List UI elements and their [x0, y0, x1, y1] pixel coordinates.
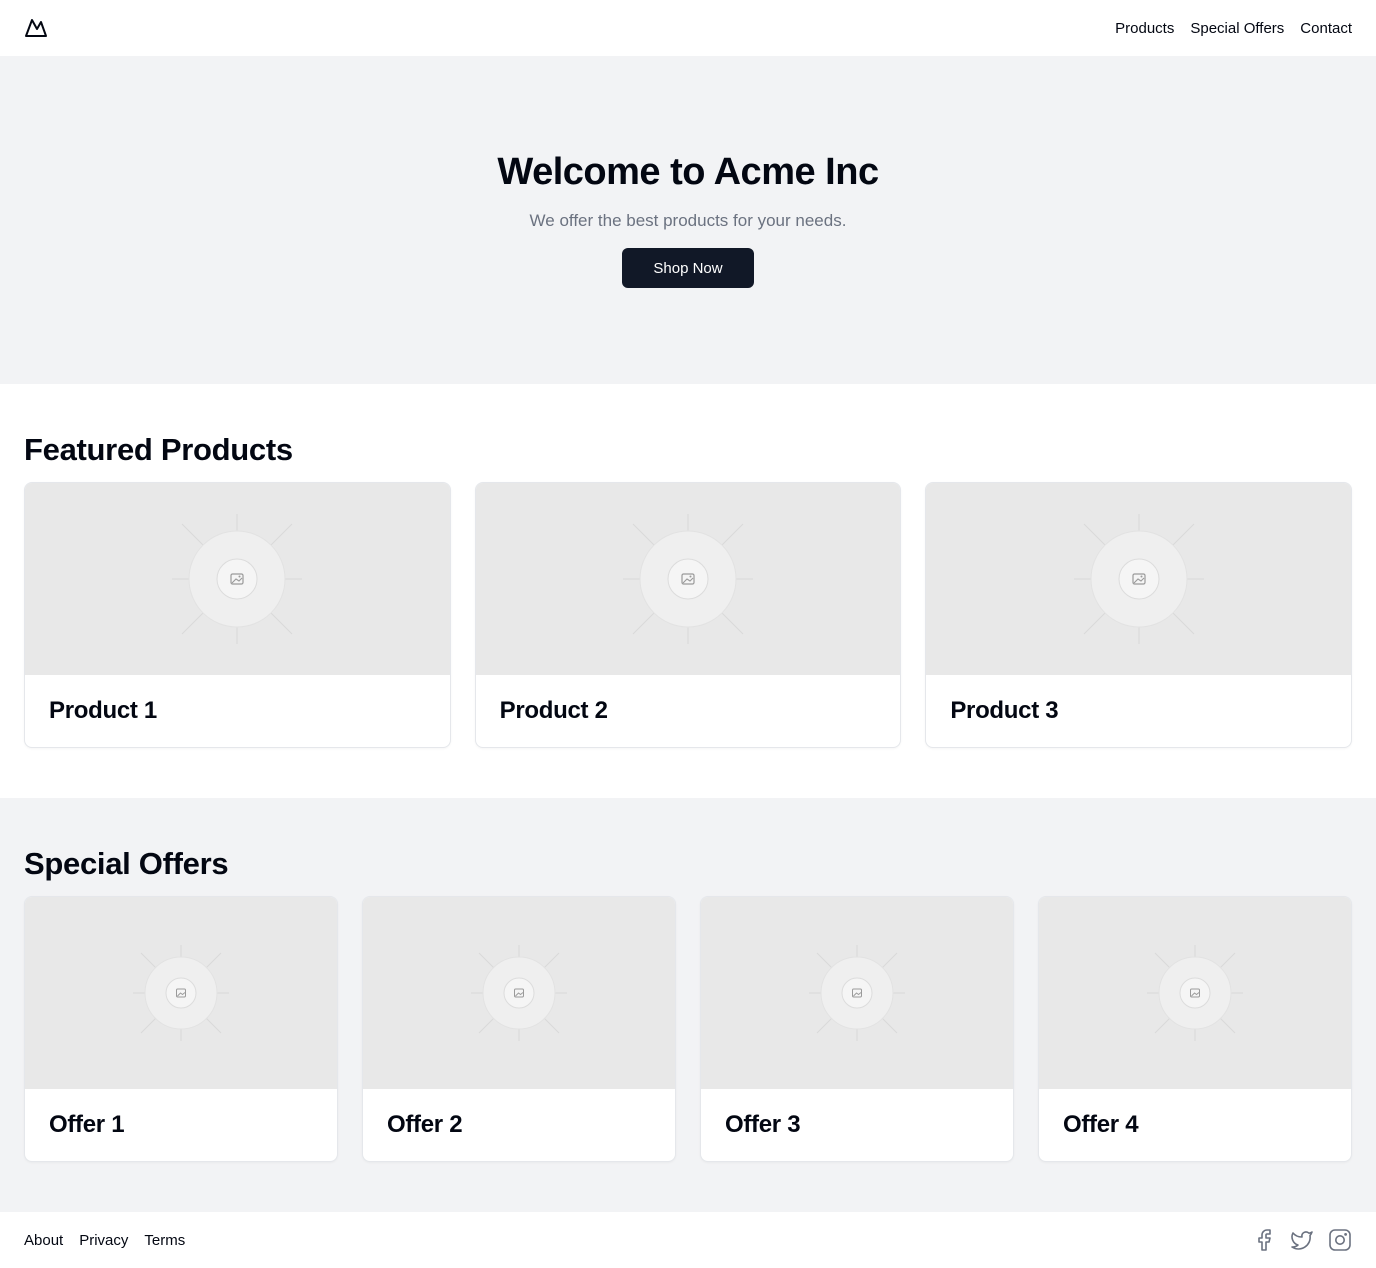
offer-card[interactable]: Offer 4 — [1038, 896, 1352, 1162]
product-title: Product 2 — [499, 697, 608, 724]
site-footer: About Privacy Terms — [0, 1212, 1376, 1268]
nav-link-contact[interactable]: Contact — [1300, 20, 1352, 37]
offer-card[interactable]: Offer 3 — [700, 896, 1014, 1162]
nav-link-special-offers[interactable]: Special Offers — [1190, 20, 1284, 37]
footer-link-privacy[interactable]: Privacy — [79, 1232, 128, 1249]
logo-link[interactable] — [24, 16, 48, 40]
main-nav: Products Special Offers Contact — [1115, 20, 1352, 37]
offer-title: Offer 3 — [725, 1111, 801, 1138]
site-header: Products Special Offers Contact — [0, 0, 1376, 56]
offer-image — [363, 897, 675, 1089]
hero-title: Welcome to Acme Inc — [497, 151, 879, 193]
featured-products-grid: Product 1 Product 2 Product 3 — [24, 482, 1352, 748]
facebook-icon[interactable] — [1252, 1228, 1276, 1252]
mountain-icon — [25, 19, 47, 37]
image-placeholder-icon — [471, 945, 567, 1041]
product-title: Product 1 — [49, 697, 157, 724]
special-offers-section: Special Offers Offer 1 Offer 2 Offer 3 O… — [0, 798, 1376, 1212]
featured-products-title: Featured Products — [24, 432, 293, 467]
instagram-icon[interactable] — [1328, 1228, 1352, 1252]
offer-card[interactable]: Offer 1 — [24, 896, 338, 1162]
footer-link-terms[interactable]: Terms — [144, 1232, 185, 1249]
offer-title: Offer 4 — [1063, 1111, 1139, 1138]
offer-title: Offer 2 — [387, 1111, 463, 1138]
offer-image — [701, 897, 1013, 1089]
special-offers-title: Special Offers — [24, 846, 229, 881]
shop-now-button[interactable]: Shop Now — [622, 248, 754, 288]
special-offers-grid: Offer 1 Offer 2 Offer 3 Offer 4 — [24, 896, 1352, 1162]
offer-image — [1039, 897, 1351, 1089]
social-links — [1252, 1228, 1352, 1252]
image-placeholder-icon — [1147, 945, 1243, 1041]
twitter-icon[interactable] — [1290, 1228, 1314, 1252]
footer-link-about[interactable]: About — [24, 1232, 63, 1249]
hero-section: Welcome to Acme Inc We offer the best pr… — [0, 56, 1376, 384]
product-card[interactable]: Product 3 — [925, 482, 1352, 748]
image-placeholder-icon — [172, 514, 303, 644]
offer-image — [25, 897, 337, 1089]
offer-card[interactable]: Offer 2 — [362, 896, 676, 1162]
image-placeholder-icon — [133, 945, 229, 1041]
product-image — [475, 483, 901, 675]
product-image — [926, 483, 1351, 675]
image-placeholder-icon — [1073, 514, 1204, 644]
product-image — [25, 483, 450, 675]
nav-link-products[interactable]: Products — [1115, 20, 1174, 37]
product-card[interactable]: Product 2 — [474, 482, 902, 748]
footer-nav: About Privacy Terms — [24, 1232, 185, 1249]
featured-products-section: Featured Products Product 1 Product 2 Pr… — [0, 384, 1376, 798]
product-card[interactable]: Product 1 — [24, 482, 451, 748]
offer-title: Offer 1 — [49, 1111, 125, 1138]
product-title: Product 3 — [950, 697, 1059, 724]
image-placeholder-icon — [622, 514, 753, 644]
hero-subtitle: We offer the best products for your need… — [529, 211, 847, 230]
image-placeholder-icon — [809, 945, 905, 1041]
